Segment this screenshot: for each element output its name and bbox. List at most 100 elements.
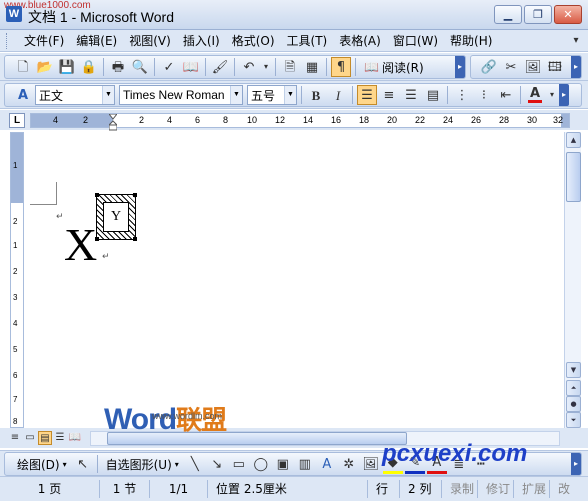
menu-insert[interactable]: 插入(I) [177,31,226,51]
show-hide-marks-icon[interactable]: ¶ [331,57,351,77]
undo-dropdown-icon[interactable]: ▾ [261,57,271,77]
status-extend[interactable]: 扩展 [514,480,550,498]
word-app-icon[interactable]: W [6,6,22,22]
toolbar-options-icon[interactable]: ▸ [559,84,569,106]
document-page[interactable]: ↵ Y X ↵ [30,132,564,428]
scroll-up-icon[interactable]: ▲ [566,132,581,148]
rectangle-icon[interactable]: ▭ [229,454,249,474]
menu-view[interactable]: 视图(V) [123,31,177,51]
indent-marker-icon[interactable] [109,114,117,131]
menu-file[interactable]: 文件(F) [18,31,70,51]
unlink-icon[interactable]: ✂ [501,57,521,77]
spelling-icon[interactable]: ✓ [159,57,179,77]
style-select[interactable]: 正文 ▼ [35,85,115,105]
wordart-icon[interactable]: A [317,454,337,474]
menu-format[interactable]: 格式(O) [226,31,281,51]
resize-handle[interactable] [133,237,137,241]
research-icon[interactable]: 📖 [181,57,201,77]
chevron-down-icon[interactable]: ▼ [230,86,242,104]
line-icon[interactable]: ╲ [185,454,205,474]
drop-cap-frame[interactable]: Y [95,193,137,241]
drop-cap-letter[interactable]: X [64,218,97,271]
numbering-icon[interactable]: ⋮ [452,85,472,105]
toolbar-options-icon[interactable]: ▸ [455,56,465,78]
select-objects-icon[interactable]: ↖ [73,454,93,474]
print-icon[interactable]: 🖶 [108,57,128,77]
image-icon[interactable]: 🖽 [545,57,565,77]
browse-object-icon[interactable]: ● [566,396,581,412]
font-select[interactable]: Times New Roman ▼ [119,85,243,105]
new-document-icon[interactable]: 🗋 [13,57,33,77]
read-mode-button[interactable]: 📖 阅读(R) [360,59,428,76]
status-overtype[interactable]: 改 [550,480,574,498]
draw-menu-button[interactable]: 绘图(D) ▾ [13,456,71,473]
italic-button[interactable]: I [328,85,348,105]
menu-overflow-icon[interactable]: ▾ [570,33,582,49]
frame-text[interactable]: Y [103,202,129,232]
menu-help[interactable]: 帮助(H) [444,31,498,51]
chevron-down-icon[interactable]: ▼ [284,86,296,104]
toolbar-options-icon[interactable]: ▸ [571,56,581,78]
text-box-icon[interactable]: ▣ [273,454,293,474]
menu-window[interactable]: 窗口(W) [387,31,444,51]
restore-button[interactable]: ❐ [524,5,552,24]
next-page-icon[interactable]: ⏷ [566,412,581,428]
menu-table[interactable]: 表格(A) [333,31,387,51]
align-right-icon[interactable]: ☰ [401,85,421,105]
toolbar-options-icon[interactable]: ▸ [571,453,581,475]
toolbar-separator [234,58,235,76]
tab-selector[interactable]: L [9,113,25,128]
normal-view-icon[interactable]: ≡ [8,431,22,445]
insert-hyperlink-icon[interactable]: 🗎 [280,57,300,77]
resize-handle[interactable] [133,193,137,197]
horizontal-ruler[interactable]: 4 2 2 4 6 8 10 12 14 16 18 20 22 24 26 2… [30,113,570,131]
vertical-ruler[interactable]: 1 2 1 2 3 4 5 6 7 8 [10,132,24,428]
print-view-icon[interactable]: ▤ [38,431,52,445]
clip-art-icon[interactable]: 🖼 [361,454,381,474]
reading-view-icon[interactable]: 📖 [68,431,82,445]
chevron-down-icon[interactable]: ▼ [102,86,114,104]
align-center-icon[interactable]: ≡ [379,85,399,105]
picture-icon[interactable]: 🖼 [523,57,543,77]
scroll-down-icon[interactable]: ▼ [566,362,581,378]
minimize-button[interactable]: ▁ [494,5,522,24]
web-view-icon[interactable]: ▭ [23,431,37,445]
permission-icon[interactable]: 🔒 [79,57,99,77]
font-color-dropdown-icon[interactable]: ▾ [547,85,557,105]
diagram-icon[interactable]: ✲ [339,454,359,474]
status-bar: 1 页 1 节 1/1 位置 2.5厘米 行 2 列 录制 修订 扩展 改 [0,476,588,501]
vertical-scrollbar[interactable]: ▲ ▼ ⏶ ● ⏷ [564,132,581,428]
resize-handle[interactable] [95,193,99,197]
open-folder-icon[interactable]: 📂 [35,57,55,77]
oval-icon[interactable]: ◯ [251,454,271,474]
status-track-changes[interactable]: 修订 [478,480,514,498]
print-preview-icon[interactable]: 🔍 [130,57,150,77]
justify-icon[interactable]: ▤ [423,85,443,105]
undo-icon[interactable]: ↶ [239,57,259,77]
previous-page-icon[interactable]: ⏶ [566,380,581,396]
menu-tools[interactable]: 工具(T) [281,31,334,51]
status-record[interactable]: 录制 [442,480,478,498]
outline-view-icon[interactable]: ☰ [53,431,67,445]
font-size-select[interactable]: 五号 ▼ [247,85,297,105]
arrow-icon[interactable]: ↘ [207,454,227,474]
window-title: 文档 1 - Microsoft Word [28,9,174,25]
align-left-icon[interactable]: ☰ [357,85,377,105]
scroll-thumb[interactable] [566,152,581,202]
menu-grip[interactable] [6,33,9,49]
styles-formatting-icon[interactable]: A [13,85,33,105]
save-icon[interactable]: 💾 [57,57,77,77]
bold-button[interactable]: B [306,85,326,105]
link-icon[interactable]: 🔗 [479,57,499,77]
vruler-tick: 1 [13,241,18,250]
format-painter-icon[interactable]: 🖌 [210,57,230,77]
menu-edit[interactable]: 编辑(E) [70,31,123,51]
vertical-text-box-icon[interactable]: ▥ [295,454,315,474]
font-color-icon[interactable]: A [525,85,545,105]
bullets-icon[interactable]: ⁝ [474,85,494,105]
close-button[interactable]: ✕ [554,5,582,24]
tables-borders-icon[interactable]: ▦ [302,57,322,77]
toolbar-separator [154,58,155,76]
autoshapes-button[interactable]: 自选图形(U) ▾ [102,456,183,473]
decrease-indent-icon[interactable]: ⇤ [496,85,516,105]
